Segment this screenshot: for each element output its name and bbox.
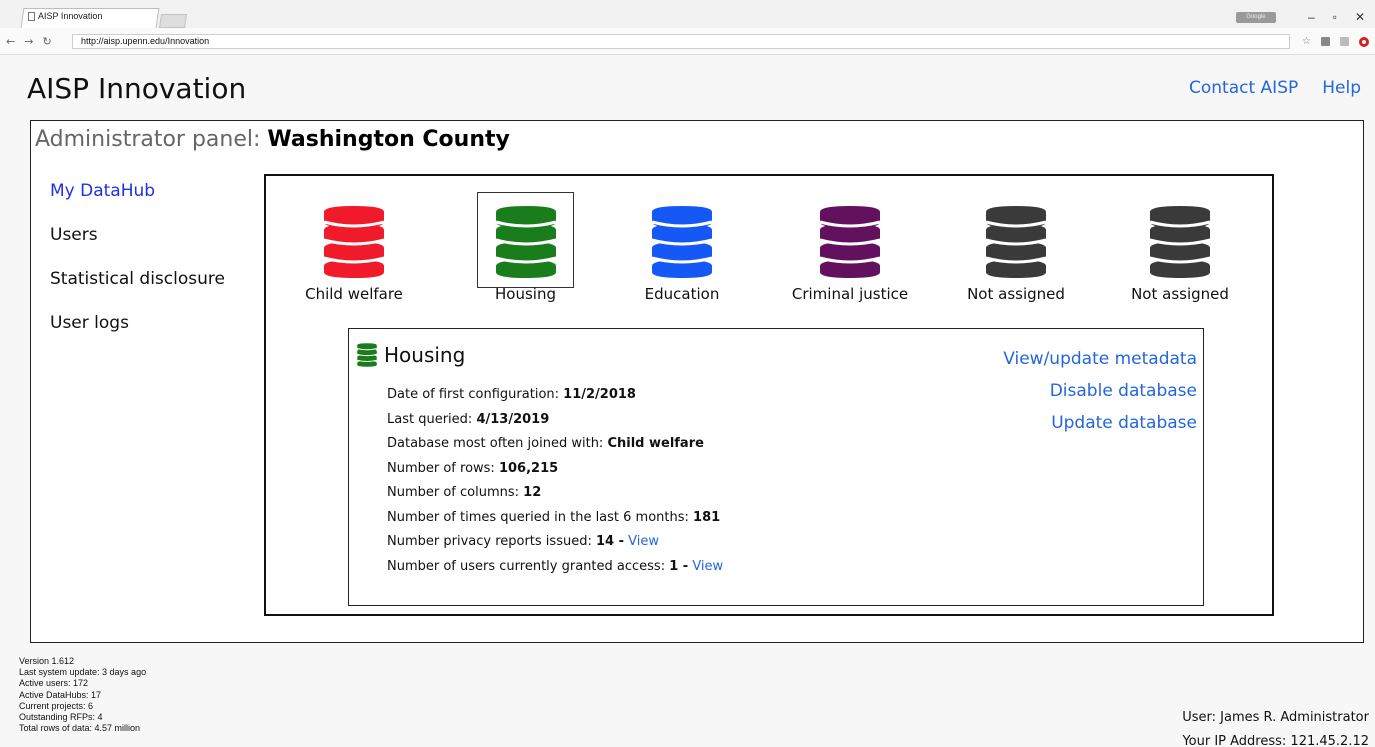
ip-address-text: Your IP Address: 121.45.2.12 [1182,734,1369,747]
panel-heading: Administrator panel: Washington County [35,127,510,152]
extension-icon[interactable] [1340,37,1349,46]
extension-icons: ☆ [1302,36,1369,47]
database-label: Education [644,285,720,303]
database-not-assigned[interactable]: Not assigned [946,202,1086,303]
stat-value: 106,215 [498,460,559,476]
database-icon [651,206,713,278]
version-text: Version 1.612 [19,656,75,666]
database-icon [323,206,385,278]
database-detail-card: Housing Date of first configuration: 11/… [348,328,1204,606]
stat-label: Number of times queried in the last 6 mo… [387,509,689,525]
stat-value: 4/13/2019 [476,411,550,427]
reload-icon[interactable]: ↻ [42,35,51,48]
stat-value: 12 [523,485,542,500]
sidebar: My DataHub Users Statistical disclosure … [50,181,225,357]
stat-value: 11/2/2018 [563,387,636,402]
stat-row: Number privacy reports issued: 14 - View [387,530,723,555]
stat-label: Last queried: [387,411,473,427]
total-rows-text: Total rows of data: 4.57 million [19,723,141,734]
star-icon[interactable]: ☆ [1302,36,1311,47]
user-info: User: James R. Administrator Your IP Add… [1182,706,1369,747]
stat-value: 1 - [669,558,689,574]
stat-value: 181 [693,509,721,525]
database-icon [819,206,881,278]
extension-icon[interactable] [1321,37,1330,46]
admin-panel: Administrator panel: Washington County M… [30,120,1364,643]
restore-icon[interactable]: ▫ [1333,10,1337,24]
stat-row: Number of rows: 106,215 [387,457,723,482]
close-icon[interactable]: ✕ [1355,10,1365,24]
view-privacy-reports-link[interactable]: View [628,534,659,549]
stat-row: Number of users currently granted access… [387,555,723,580]
top-links: Contact AISP Help [1189,78,1361,98]
stat-row: Database most often joined with: Child w… [387,432,723,457]
back-icon[interactable]: ← [6,35,15,48]
page-icon [28,11,35,21]
app-title: AISP Innovation [27,72,247,105]
database-criminal-justice[interactable]: Criminal justice [770,202,930,303]
stat-row: Last queried: 4/13/2019 [387,408,723,433]
view-update-metadata-link[interactable]: View/update metadata [1003,343,1197,375]
stat-row: Number of times queried in the last 6 mo… [387,506,723,531]
stat-label: Number privacy reports issued: [387,534,592,549]
nav-buttons: ← → ↻ [6,35,52,48]
database-icon [985,206,1047,278]
database-label: Not assigned [1131,285,1229,303]
new-tab-button[interactable] [159,14,187,28]
last-update-text: Last system update: 3 days ago [19,667,147,678]
database-not-assigned[interactable]: Not assigned [1110,202,1250,303]
database-label: Not assigned [967,285,1065,303]
stat-label: Date of first configuration: [387,387,560,402]
opera-icon[interactable] [1359,36,1369,47]
current-projects-text: Current projects: 6 [19,700,94,711]
stat-value: 14 - [595,534,624,549]
datahub-box: Child welfare Housing Education Criminal… [264,174,1274,616]
database-label: Housing [495,285,556,303]
active-datahubs-text: Active DataHubs: 17 [19,689,102,700]
sidebar-item-users[interactable]: Users [50,225,225,269]
window-controls: Google – ▫ ✕ [1235,10,1365,24]
url-input[interactable]: http://aisp.upenn.edu/Innovation [72,34,1290,49]
database-icon [1149,206,1211,278]
stat-value: Child welfare [607,436,704,451]
database-icon [357,343,377,367]
browser-tab-title: AISP Innovation [38,11,103,21]
disable-database-link[interactable]: Disable database [1003,375,1197,407]
database-label: Child welfare [305,285,403,303]
profile-chip[interactable]: Google [1235,11,1276,23]
stat-label: Number of rows: [387,460,495,476]
forward-icon[interactable]: → [24,35,33,48]
panel-label: Administrator panel: [35,127,261,152]
minimize-icon[interactable]: – [1308,10,1315,24]
database-housing[interactable]: Housing [477,192,574,303]
detail-title: Housing [384,343,466,367]
view-users-link[interactable]: View [692,559,723,574]
county-name: Washington County [267,127,510,152]
database-child-welfare[interactable]: Child welfare [284,202,424,303]
database-label: Criminal justice [791,285,909,303]
stat-label: Database most often joined with: [387,436,604,451]
address-bar: ← → ↻ http://aisp.upenn.edu/Innovation ☆ [0,28,1375,55]
sidebar-item-statistical-disclosure[interactable]: Statistical disclosure [50,269,225,313]
detail-header: Housing [356,342,465,368]
sidebar-item-user-logs[interactable]: User logs [50,313,225,357]
stat-row: Number of columns: 12 [387,481,723,506]
stat-row: Date of first configuration: 11/2/2018 [387,383,723,408]
help-link[interactable]: Help [1322,78,1361,98]
browser-tab-label-wrap: AISP Innovation [28,11,102,21]
stat-label: Number of columns: [387,485,520,500]
active-users-text: Active users: 172 [19,678,89,689]
detail-actions: View/update metadata Disable database Up… [1003,343,1197,439]
system-info: Version 1.612 Last system update: 3 days… [19,656,146,734]
detail-stats: Date of first configuration: 11/2/2018 L… [387,383,723,579]
stat-label: Number of users currently granted access… [387,558,666,574]
sidebar-item-my-datahub[interactable]: My DataHub [50,181,225,225]
update-database-link[interactable]: Update database [1003,407,1197,439]
database-education[interactable]: Education [612,202,752,303]
outstanding-rfps-text: Outstanding RFPs: 4 [19,712,103,723]
current-user-text: User: James R. Administrator [1182,710,1369,725]
database-icon [495,206,556,278]
browser-tabstrip: AISP Innovation Google – ▫ ✕ [0,0,1375,28]
contact-link[interactable]: Contact AISP [1189,78,1298,98]
